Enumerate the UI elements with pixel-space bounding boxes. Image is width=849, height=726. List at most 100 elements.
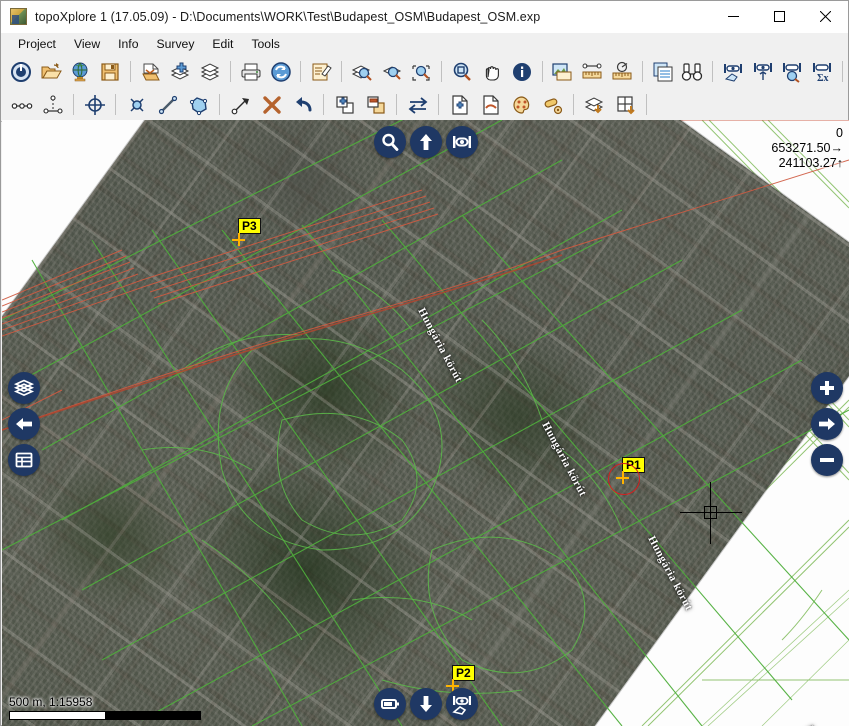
import-button[interactable] (136, 57, 166, 87)
map-pan-right-button[interactable] (811, 408, 843, 440)
scale-bar-widget: 500 m, 1:15958 (9, 695, 201, 720)
zoom-window-button[interactable] (447, 57, 477, 87)
pan-button[interactable] (477, 57, 507, 87)
remove-object-button[interactable] (360, 90, 391, 120)
toolbar-separator (129, 61, 131, 82)
toolbar-separator (646, 94, 647, 115)
application-window: topoXplore 1 (17.05.09) - D:\Documents\W… (0, 0, 849, 726)
new-page-button[interactable] (444, 90, 475, 120)
survey-point-button[interactable] (748, 57, 778, 87)
find-button[interactable] (677, 57, 707, 87)
add-layer-button[interactable] (166, 57, 196, 87)
open-project-button[interactable] (36, 57, 66, 87)
toolbar-separator (115, 94, 116, 115)
map-zoom-out-button[interactable] (811, 444, 843, 476)
toolbar-separator (341, 61, 343, 82)
point-selection-ring (608, 463, 640, 495)
scale-segment (105, 712, 200, 719)
vector-arrow-button[interactable] (225, 90, 256, 120)
layers-button[interactable] (195, 57, 225, 87)
easting-value: 653271.50 (771, 141, 831, 155)
survey-setup-button[interactable] (718, 57, 748, 87)
point-label: P3 (238, 218, 261, 234)
swap-button[interactable] (402, 90, 433, 120)
menu-bar: Project View Info Survey Edit Tools (1, 33, 848, 55)
map-search-button[interactable] (374, 126, 406, 158)
draw-toolbar (1, 88, 848, 122)
map-pan-down-button[interactable] (410, 688, 442, 720)
main-toolbar: Σx (1, 55, 848, 88)
map-layers-button[interactable] (8, 372, 40, 404)
menu-item-tools[interactable]: Tools (242, 35, 288, 53)
undo-button[interactable] (287, 90, 318, 120)
easting-row: 653271.50→ (771, 141, 843, 156)
toolbar-separator (219, 94, 220, 115)
object-zoom-button[interactable] (377, 57, 407, 87)
northing-arrow-icon: ↑ (836, 156, 843, 170)
survey-stats-button[interactable]: Σx (807, 57, 837, 87)
minimize-button[interactable] (710, 1, 756, 32)
menu-item-info[interactable]: Info (109, 35, 147, 53)
menu-item-project[interactable]: Project (9, 35, 65, 53)
menu-item-survey[interactable]: Survey (147, 35, 203, 53)
survey-zoom-button[interactable] (778, 57, 808, 87)
point-button[interactable] (121, 90, 152, 120)
toolbar-separator (300, 61, 302, 82)
open-globe-button[interactable] (65, 57, 95, 87)
perpendicular-button[interactable] (37, 90, 68, 120)
map-zoom-in-button[interactable] (811, 372, 843, 404)
delete-button[interactable] (256, 90, 287, 120)
print-button[interactable] (236, 57, 266, 87)
toolbar-separator (73, 94, 74, 115)
scale-bar (9, 711, 201, 720)
menu-item-view[interactable]: View (65, 35, 109, 53)
polygon-button[interactable] (183, 90, 214, 120)
map-measure-top-button[interactable] (446, 126, 478, 158)
add-object-button[interactable] (329, 90, 360, 120)
snap-center-button[interactable] (79, 90, 110, 120)
toolbar-separator (438, 94, 439, 115)
toolbar-separator (230, 61, 232, 82)
title-bar: topoXplore 1 (17.05.09) - D:\Documents\W… (1, 1, 848, 33)
toolbar-separator (573, 94, 574, 115)
selection-zoom-button[interactable] (407, 57, 437, 87)
scale-label: 500 m, 1:15958 (9, 695, 93, 709)
toolbar-separator (841, 61, 843, 82)
map-pan-up-button[interactable] (410, 126, 442, 158)
new-project-button[interactable] (6, 57, 36, 87)
app-icon (10, 8, 27, 25)
refresh-button[interactable] (266, 57, 296, 87)
link-button[interactable] (537, 90, 568, 120)
northing-value: 241103.27 (778, 156, 837, 170)
table-view-button[interactable] (648, 57, 678, 87)
northing-row: 241103.27↑ (771, 156, 843, 171)
map-table-button[interactable] (8, 444, 40, 476)
measure-angle-button[interactable] (607, 57, 637, 87)
toolbar-separator (541, 61, 543, 82)
line-button[interactable] (152, 90, 183, 120)
edit-page-button[interactable] (475, 90, 506, 120)
measure-distance-button[interactable] (577, 57, 607, 87)
toolbar-separator (441, 61, 443, 82)
map-cursor-crosshair (680, 482, 742, 544)
layer-zoom-button[interactable] (347, 57, 377, 87)
close-button[interactable] (802, 1, 848, 32)
info-button[interactable] (507, 57, 537, 87)
toolbar-separator (323, 94, 324, 115)
map-view-mode-button[interactable] (374, 688, 406, 720)
toolbar-separator (396, 94, 397, 115)
report-button[interactable] (306, 57, 336, 87)
menu-item-edit[interactable]: Edit (203, 35, 242, 53)
heading-value: 0 (836, 126, 843, 140)
svg-text:Σx: Σx (817, 73, 829, 83)
maximize-button[interactable] (756, 1, 802, 32)
layer-export-button[interactable] (579, 90, 610, 120)
grid-export-button[interactable] (610, 90, 641, 120)
palette-button[interactable] (506, 90, 537, 120)
map-measure-bottom-button[interactable] (446, 688, 478, 720)
map-pan-left-button[interactable] (8, 408, 40, 440)
raster-image-button[interactable] (548, 57, 578, 87)
map-view[interactable]: Hungária körút Hungária körút Hungária k… (2, 120, 849, 726)
save-project-button[interactable] (95, 57, 125, 87)
polyline-nodes-button[interactable] (6, 90, 37, 120)
